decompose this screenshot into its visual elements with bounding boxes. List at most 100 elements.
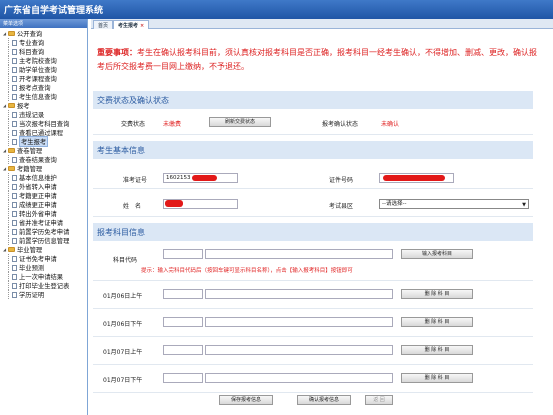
document-icon [12, 237, 17, 244]
document-icon [12, 156, 17, 163]
app-title: 广东省自学考试管理系统 [4, 6, 104, 16]
folder-icon [8, 166, 15, 171]
close-icon[interactable]: × [140, 23, 144, 29]
sidebar-item[interactable]: 考籍更正申请 [3, 191, 87, 200]
sidebar-item[interactable]: 上一次申请结果 [3, 272, 87, 281]
confirm-registration-button[interactable]: 确认报考信息 [297, 395, 351, 405]
student-section-header: 考生基本信息 [93, 141, 533, 159]
document-icon [12, 210, 17, 217]
payment-section-title: 交费状态及确认状态 [97, 96, 169, 105]
subject-slot-code[interactable] [163, 317, 203, 327]
subject-slot-row: 01月07日上午 删 除 科 目 [93, 337, 533, 365]
sidebar-item[interactable]: 科目查询 [3, 47, 87, 56]
redaction-mark [165, 200, 183, 207]
sidebar-item[interactable]: 毕业预测 [3, 263, 87, 272]
document-icon [12, 273, 17, 280]
sidebar-menu: 菜单选项 ◢ 公开查询专业查询 科目查询主考院校查询 助学单位查询 开考课程查询 报考点查… [0, 19, 88, 415]
sidebar-item-label: 打印毕业生登记表 [19, 283, 70, 290]
sidebar-item[interactable]: 证书免考申请 [3, 254, 87, 263]
chevron-down-icon: ▼ [522, 202, 526, 208]
sidebar-item-label: 主考院校查询 [19, 58, 57, 65]
sidebar-item-label: 基本信息维护 [19, 175, 57, 182]
subject-code-label: 科目代码 [113, 257, 138, 264]
sidebar-group[interactable]: ◢ 查卷管理 [3, 146, 87, 155]
subject-slot-code[interactable] [163, 345, 203, 355]
sidebar-item-label: 前置学历信息管理 [19, 238, 70, 245]
sidebar-item-label: 上一次申请结果 [19, 274, 64, 281]
id-number-label: 证件号码 [329, 177, 354, 184]
sidebar-item[interactable]: 成绩更正申请 [3, 200, 87, 209]
sidebar-item[interactable]: 查卷结果查询 [3, 155, 87, 164]
sidebar-item-label: 外省转入申请 [19, 184, 57, 191]
student-row-1: 准考证号 1602153 证件号码 [93, 161, 533, 189]
sidebar-group[interactable]: ◢ 报考 [3, 101, 87, 110]
document-icon [12, 111, 17, 118]
sidebar-item[interactable]: 考生报考 [3, 136, 87, 147]
back-button[interactable]: 返 回 [365, 395, 393, 405]
sidebar-item[interactable]: 基本信息维护 [3, 173, 87, 182]
subject-slot-name[interactable] [205, 345, 393, 355]
document-icon [12, 138, 17, 145]
sidebar-group[interactable]: ◢ 毕业管理 [3, 245, 87, 254]
delete-subject-button[interactable]: 删 除 科 目 [401, 345, 473, 355]
delete-subject-button[interactable]: 删 除 科 目 [401, 373, 473, 383]
subject-slot-code[interactable] [163, 373, 203, 383]
sidebar-item[interactable]: 开考课程查询 [3, 74, 87, 83]
sidebar-item-label: 成绩更正申请 [19, 202, 57, 209]
subject-slot-name[interactable] [205, 317, 393, 327]
sidebar-item-label: 毕业预测 [19, 265, 45, 272]
delete-subject-button[interactable]: 删 除 科 目 [401, 289, 473, 299]
sidebar-item[interactable]: 当次报考科目查询 [3, 119, 87, 128]
document-icon [12, 255, 17, 262]
sidebar-item[interactable]: 违规记录 [3, 110, 87, 119]
save-registration-button[interactable]: 保存报考信息 [219, 395, 273, 405]
subject-slot-name[interactable] [205, 289, 393, 299]
sidebar-item[interactable]: 转出外省申请 [3, 209, 87, 218]
confirm-status-value: 未确认 [381, 121, 400, 128]
sidebar-item[interactable]: 打印毕业生登记表 [3, 281, 87, 290]
sidebar-item[interactable]: 前置学历免考申请 [3, 227, 87, 236]
document-icon [12, 183, 17, 190]
document-icon [12, 39, 17, 46]
sidebar-group[interactable]: ◢ 考籍管理 [3, 164, 87, 173]
sidebar-item[interactable]: 省并准考证申请 [3, 218, 87, 227]
document-icon [12, 93, 17, 100]
sidebar-item[interactable]: 主考院校查询 [3, 56, 87, 65]
document-icon [12, 291, 17, 298]
subject-slot-code[interactable] [163, 289, 203, 299]
subjects-section-title: 报考科目信息 [97, 228, 145, 237]
sidebar-item-label: 省并准考证申请 [19, 220, 64, 227]
main-content: 重要事项：考生在确认报考科目前，须认真核对报考科目是否正确，报考科目一经考生确认… [91, 31, 553, 415]
input-subject-button[interactable]: 输入报考科目 [401, 249, 473, 259]
exam-region-select[interactable]: --请选择-- ▼ [379, 199, 529, 209]
sidebar-header: 菜单选项 [0, 19, 87, 28]
exam-region-selected: --请选择-- [382, 201, 407, 207]
refresh-fee-status-button[interactable]: 刷新交费状态 [209, 117, 271, 127]
tab-exam-registration-label: 考生报考 [118, 23, 139, 29]
delete-subject-button[interactable]: 删 除 科 目 [401, 317, 473, 327]
sidebar-item-label: 助学单位查询 [19, 67, 57, 74]
subject-slot-label: 01月06日下午 [103, 321, 143, 328]
subjects-section-header: 报考科目信息 [93, 223, 533, 241]
sidebar-item[interactable]: 学历证明 [3, 290, 87, 299]
sidebar-group[interactable]: ◢ 公开查询 [3, 29, 87, 38]
subject-slot-name[interactable] [205, 373, 393, 383]
redaction-mark [192, 175, 217, 181]
notice-prefix: 重要事项： [97, 48, 137, 57]
student-section-title: 考生基本信息 [97, 146, 145, 155]
subject-code-input[interactable] [163, 249, 203, 259]
document-icon [12, 120, 17, 127]
folder-icon [8, 31, 15, 36]
sidebar-item[interactable]: 外省转入申请 [3, 182, 87, 191]
sidebar-item-label: 前置学历免考申请 [19, 229, 70, 236]
tab-exam-registration[interactable]: 考生报考 × [113, 20, 150, 29]
sidebar-item[interactable]: 报考点查询 [3, 83, 87, 92]
tab-home[interactable]: 首页 [93, 20, 114, 29]
sidebar-item[interactable]: 助学单位查询 [3, 65, 87, 74]
sidebar-item[interactable]: 考生信息查询 [3, 92, 87, 101]
sidebar-item-label: 证书免考申请 [19, 256, 57, 263]
sidebar-item[interactable]: 前置学历信息管理 [3, 236, 87, 245]
sidebar-item[interactable]: 专业查询 [3, 38, 87, 47]
sidebar-item-label: 专业查询 [19, 40, 45, 47]
subject-name-field[interactable] [205, 249, 393, 259]
